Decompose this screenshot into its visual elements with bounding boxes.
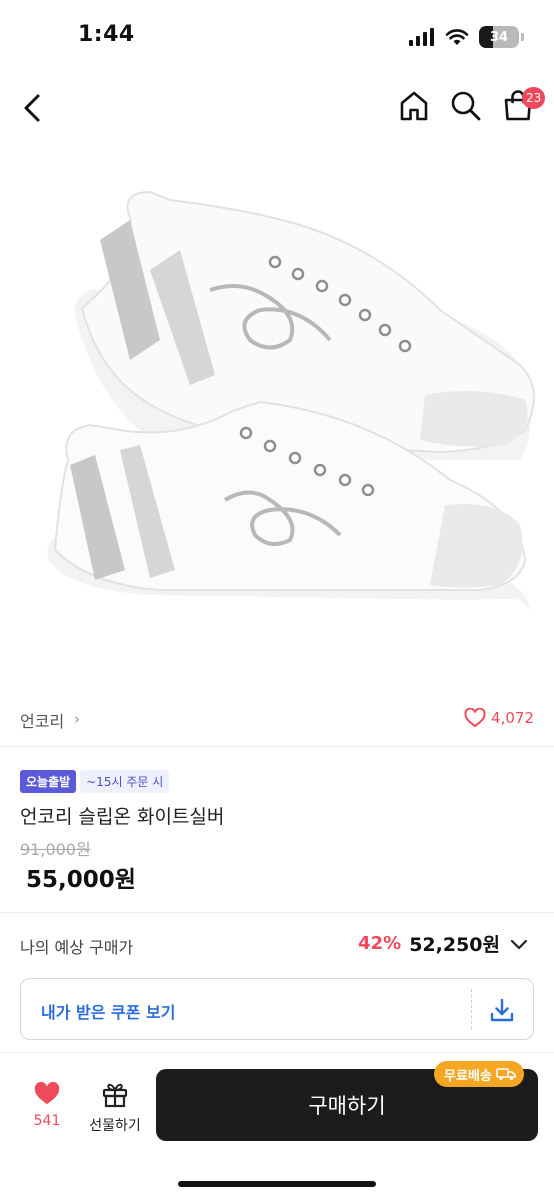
bottom-action-bar: 541 선물하기 구매하기 무료배송 — [0, 1052, 554, 1200]
order-cutoff-badge: ~15시 주문 시 — [80, 770, 170, 793]
chevron-right-icon[interactable]: › — [74, 710, 80, 728]
wish-button[interactable]: 541 — [14, 1081, 80, 1141]
heart-filled-icon — [34, 1081, 60, 1105]
sale-price: 55,000원 — [26, 867, 136, 893]
battery-icon: 34 — [479, 26, 519, 48]
wish-count: 541 — [33, 1113, 61, 1129]
chevron-down-icon[interactable] — [508, 933, 530, 955]
expected-discount: 42% — [358, 933, 402, 954]
coupon-label[interactable]: 내가 받은 쿠폰 보기 — [41, 999, 175, 1023]
truck-icon — [496, 1068, 516, 1081]
delivery-badges: 오늘출발 ~15시 주문 시 — [20, 770, 170, 793]
heart-outline-icon — [464, 708, 486, 728]
like-count: 4,072 — [491, 709, 534, 727]
status-bar: 1:44 34 — [0, 0, 554, 76]
battery-tip — [521, 33, 524, 41]
like-button[interactable]: 4,072 — [464, 708, 534, 728]
signal-icon — [409, 28, 434, 46]
brand-row: 언코리 › 4,072 — [0, 700, 554, 740]
nav-bar — [0, 76, 554, 138]
back-icon[interactable] — [16, 88, 52, 128]
coupon-box[interactable]: 내가 받은 쿠폰 보기 — [20, 978, 534, 1040]
brand-name[interactable]: 언코리 — [20, 708, 64, 732]
free-shipping-badge: 무료배송 — [434, 1061, 524, 1087]
gift-button[interactable]: 선물하기 — [82, 1079, 148, 1141]
divider — [0, 746, 554, 747]
home-icon[interactable] — [396, 88, 432, 124]
cart-count-badge: 23 — [522, 87, 546, 109]
expected-price-label: 나의 예상 구매가 — [20, 938, 134, 957]
wifi-icon — [445, 29, 469, 45]
coupon-divider — [471, 989, 472, 1029]
expected-price-summary: 42% 52,250원 — [358, 930, 530, 957]
home-indicator — [178, 1181, 376, 1187]
gift-label: 선물하기 — [89, 1118, 141, 1134]
status-time: 1:44 — [78, 22, 135, 47]
battery-level: 34 — [489, 29, 509, 45]
expected-price-row[interactable]: 나의 예상 구매가 42% 52,250원 — [0, 926, 554, 966]
search-icon[interactable] — [448, 88, 484, 124]
gift-icon — [102, 1083, 128, 1108]
product-image[interactable] — [0, 140, 554, 690]
product-name: 언코리 슬립온 화이트실버 — [20, 806, 225, 828]
status-icons: 34 — [409, 26, 524, 48]
original-price: 91,000원 — [20, 840, 91, 859]
download-icon[interactable] — [487, 995, 517, 1025]
divider — [0, 912, 554, 913]
expected-price: 52,250원 — [409, 934, 500, 956]
today-shipping-badge: 오늘출발 — [20, 770, 77, 793]
free-shipping-label: 무료배송 — [444, 1068, 492, 1084]
